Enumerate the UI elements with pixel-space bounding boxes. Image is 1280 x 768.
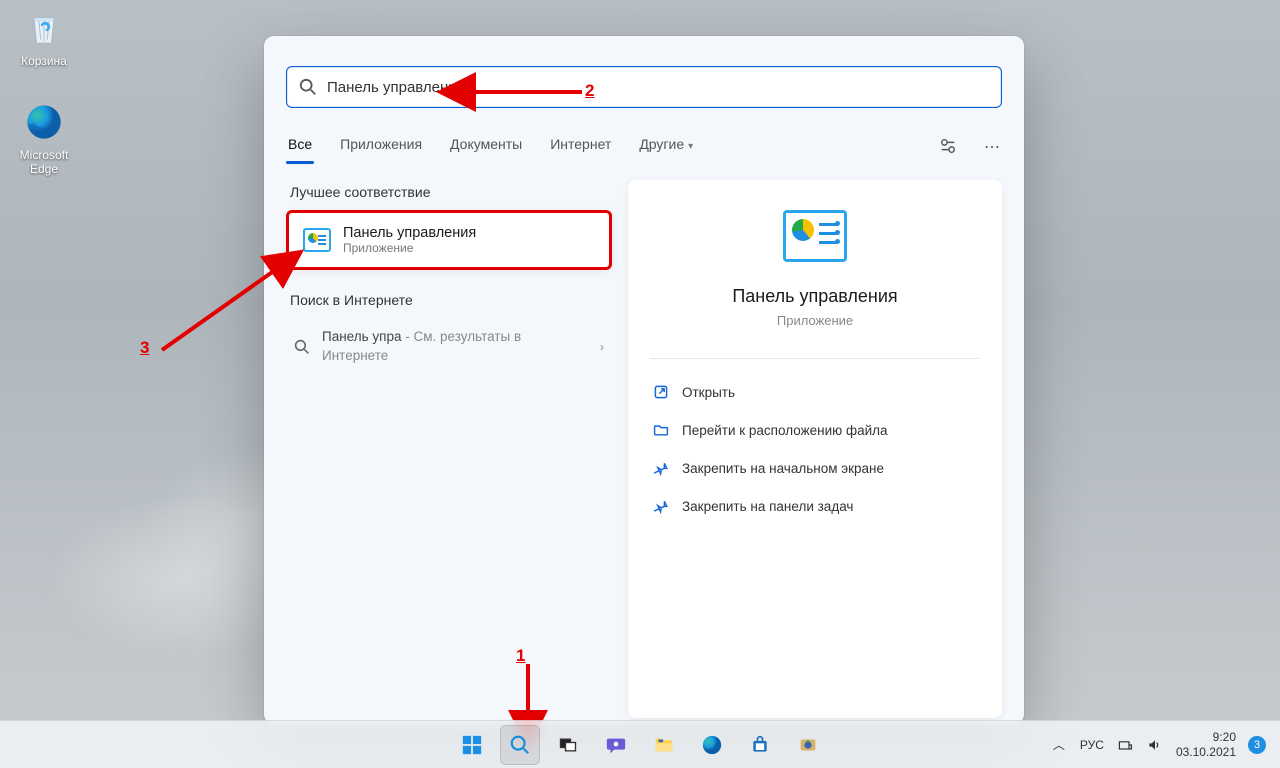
search-settings-icon[interactable] [938,137,958,158]
taskbar: ︿ РУС 9:20 03.10.2021 3 [0,720,1280,768]
control-panel-icon [303,228,331,252]
pin-icon [652,497,670,515]
taskbar-chat[interactable] [596,725,636,765]
search-icon [294,339,310,355]
web-result-text: Панель упра - См. результаты в Интернете [322,328,588,366]
pin-icon [652,459,670,477]
preview-subtitle: Приложение [650,313,980,328]
results-column: Лучшее соответствие Панель управления Пр… [286,180,612,718]
clock-time: 9:20 [1176,730,1236,744]
notification-badge[interactable]: 3 [1248,736,1266,754]
desktop-icon-recycle-bin[interactable]: Корзина [6,6,82,68]
tab-label: Все [288,136,312,152]
best-match-header: Лучшее соответствие [290,184,612,200]
tab-more[interactable]: Другие ▾ [637,130,695,164]
tab-label: Документы [450,136,522,152]
control-panel-icon-large [783,210,847,262]
taskbar-store[interactable] [740,725,780,765]
desktop-icon-edge[interactable]: Microsoft Edge [6,100,82,177]
taskbar-center [452,725,828,765]
tab-web[interactable]: Интернет [548,130,613,164]
tab-all[interactable]: Все [286,130,314,164]
action-pin-taskbar[interactable]: Закрепить на панели задач [650,487,980,525]
clock-date: 03.10.2021 [1176,745,1236,759]
preview-title: Панель управления [650,286,980,307]
network-icon[interactable] [1116,736,1134,754]
recycle-bin-icon [22,6,66,50]
taskbar-task-view[interactable] [548,725,588,765]
search-box[interactable] [286,66,1002,108]
clock[interactable]: 9:20 03.10.2021 [1176,730,1236,759]
annotation-number-1: 1 [516,646,525,666]
tab-apps[interactable]: Приложения [338,130,424,164]
best-match-title: Панель управления [343,225,476,241]
web-search-result[interactable]: Панель упра - См. результаты в Интернете… [286,318,612,376]
divider [650,358,980,359]
volume-icon[interactable] [1146,736,1164,754]
annotation-number-3: 3 [140,338,149,358]
action-open-file-location[interactable]: Перейти к расположению файла [650,411,980,449]
tray-chevron-up-icon[interactable]: ︿ [1050,736,1068,754]
action-pin-start[interactable]: Закрепить на начальном экране [650,449,980,487]
chevron-down-icon: ▾ [688,141,693,152]
tab-documents[interactable]: Документы [448,130,524,164]
taskbar-edge[interactable] [692,725,732,765]
tab-label: Другие [639,136,684,152]
taskbar-file-explorer[interactable] [644,725,684,765]
chevron-right-icon: › [600,340,604,354]
best-match-result[interactable]: Панель управления Приложение [286,210,612,270]
tab-label: Интернет [550,136,611,152]
search-tabs: Все Приложения Документы Интернет Другие… [286,130,1002,164]
tab-label: Приложения [340,136,422,152]
best-match-subtitle: Приложение [343,241,476,255]
taskbar-app[interactable] [788,725,828,765]
desktop-icon-label: Microsoft Edge [6,148,82,177]
search-panel: Все Приложения Документы Интернет Другие… [264,36,1024,724]
edge-icon [22,100,66,144]
search-icon [299,78,317,96]
language-indicator[interactable]: РУС [1080,738,1104,752]
more-options-icon[interactable]: ⋯ [982,137,1002,157]
action-open[interactable]: Открыть [650,373,980,411]
desktop-icon-label: Корзина [6,54,82,68]
taskbar-search-button[interactable] [500,725,540,765]
open-icon [652,383,670,401]
folder-icon [652,421,670,439]
action-label: Открыть [682,385,735,400]
search-input[interactable] [327,79,989,96]
action-label: Перейти к расположению файла [682,423,888,438]
preview-pane: Панель управления Приложение Открыть Пер… [628,180,1002,718]
taskbar-right: ︿ РУС 9:20 03.10.2021 3 [1050,730,1280,759]
action-label: Закрепить на начальном экране [682,461,884,476]
start-button[interactable] [452,725,492,765]
action-label: Закрепить на панели задач [682,499,853,514]
annotation-number-2: 2 [585,81,594,101]
web-search-header: Поиск в Интернете [290,292,612,308]
